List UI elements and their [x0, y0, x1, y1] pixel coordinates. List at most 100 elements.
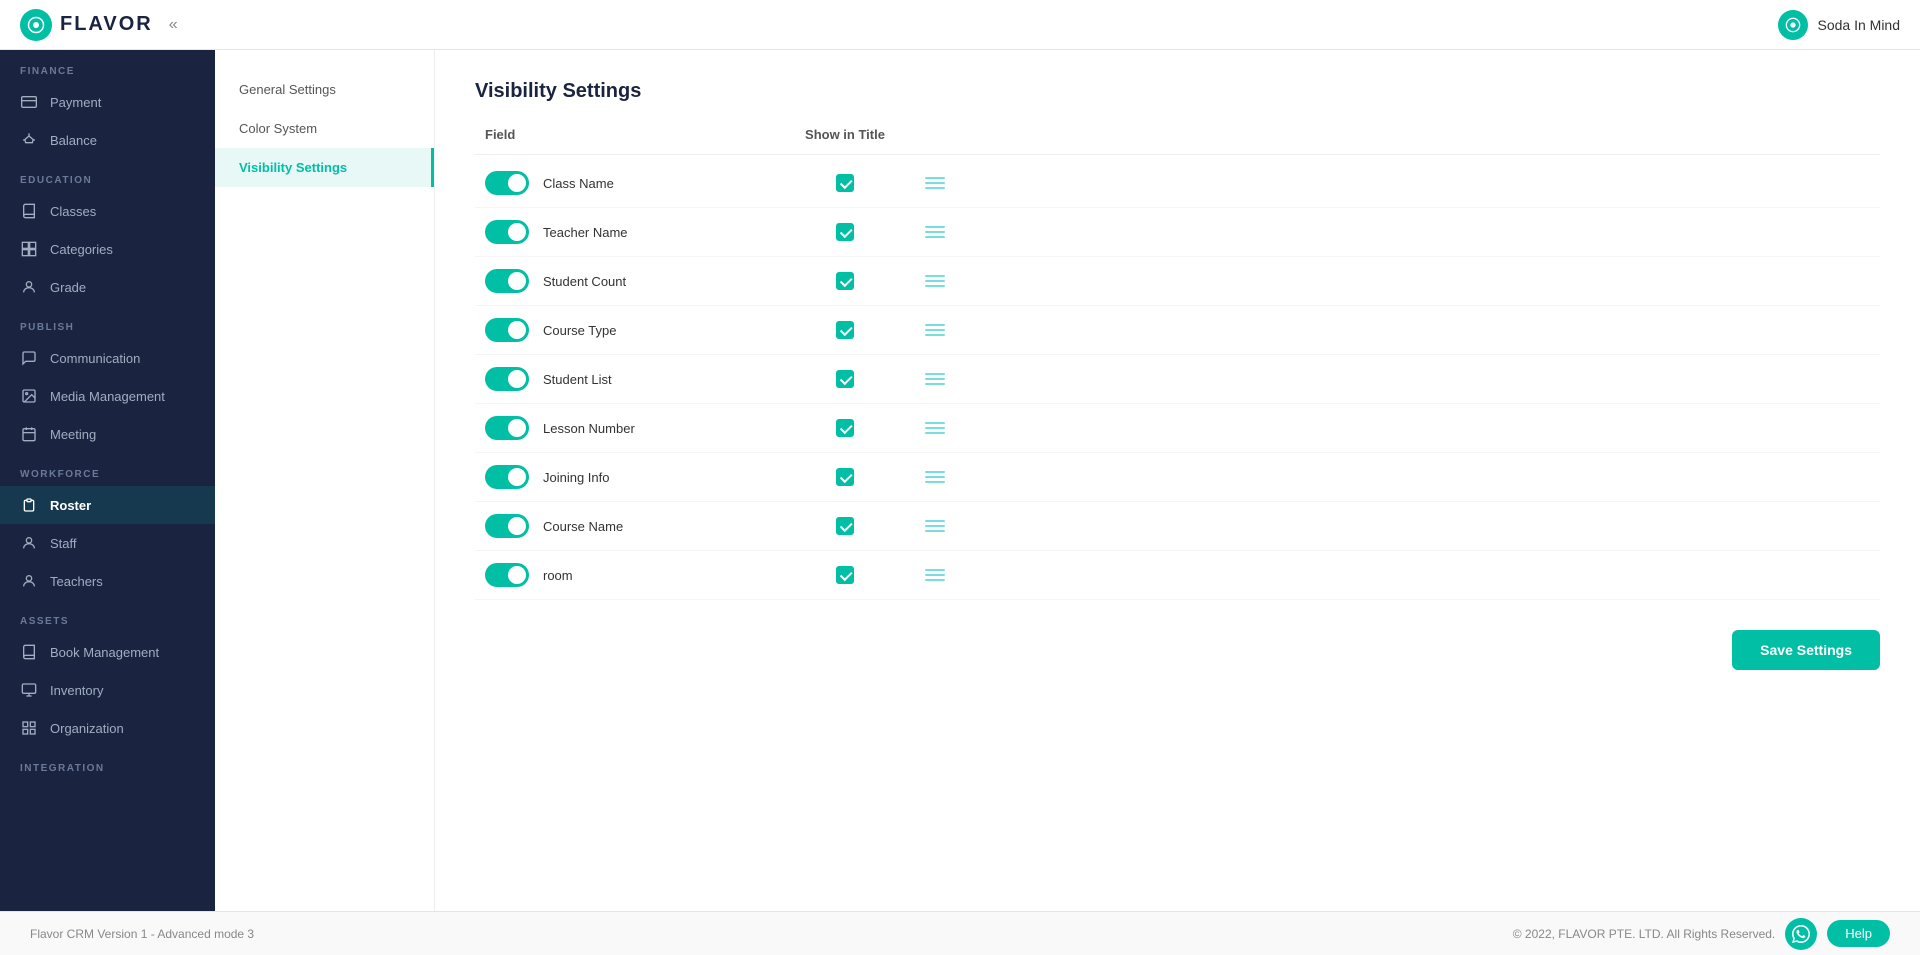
table-row: room — [475, 551, 1880, 600]
sub-nav-item-general-settings[interactable]: General Settings — [215, 70, 434, 109]
sub-nav: General SettingsColor SystemVisibility S… — [215, 50, 435, 911]
book-management-icon — [20, 643, 38, 661]
inner-layout: General SettingsColor SystemVisibility S… — [215, 50, 1920, 911]
logo-text: FLAVOR — [60, 13, 153, 36]
checkbox-room[interactable] — [836, 566, 854, 584]
main-panel: Visibility Settings Field Show in Title … — [435, 50, 1920, 911]
drag-handle-room[interactable] — [905, 569, 965, 581]
sidebar-item-label-roster: Roster — [50, 498, 91, 513]
drag-line-3 — [925, 236, 945, 238]
sidebar-item-media-management[interactable]: Media Management — [0, 377, 215, 415]
checkbox-teacher-name[interactable] — [836, 223, 854, 241]
drag-line-3 — [925, 187, 945, 189]
checkbox-student-list[interactable] — [836, 370, 854, 388]
checkbox-joining-info[interactable] — [836, 468, 854, 486]
drag-line-1 — [925, 177, 945, 179]
checkbox-cell-room — [785, 566, 905, 584]
row-label-room: room — [543, 568, 573, 583]
checkbox-student-count[interactable] — [836, 272, 854, 290]
toggle-joining-info[interactable] — [485, 465, 529, 489]
drag-line-1 — [925, 275, 945, 277]
drag-line-2 — [925, 378, 945, 380]
sidebar-item-payment[interactable]: Payment — [0, 83, 215, 121]
footer-right: © 2022, FLAVOR PTE. LTD. All Rights Rese… — [1513, 918, 1890, 950]
sidebar-item-roster[interactable]: Roster — [0, 486, 215, 524]
inventory-icon — [20, 681, 38, 699]
sidebar-item-inventory[interactable]: Inventory — [0, 671, 215, 709]
drag-line-2 — [925, 231, 945, 233]
drag-line-3 — [925, 334, 945, 336]
sidebar-item-balance[interactable]: Balance — [0, 121, 215, 159]
drag-handle-class-name[interactable] — [905, 177, 965, 189]
sidebar-item-grade[interactable]: Grade — [0, 268, 215, 306]
classes-icon — [20, 202, 38, 220]
col-field-header: Field — [485, 127, 785, 142]
sub-nav-item-visibility-settings[interactable]: Visibility Settings — [215, 148, 434, 187]
help-button[interactable]: Help — [1827, 920, 1890, 947]
save-settings-button[interactable]: Save Settings — [1732, 630, 1880, 670]
sidebar-item-staff[interactable]: Staff — [0, 524, 215, 562]
row-toggle-label-teacher-name: Teacher Name — [485, 220, 785, 244]
sidebar-item-book-management[interactable]: Book Management — [0, 633, 215, 671]
checkbox-class-name[interactable] — [836, 174, 854, 192]
media-management-icon — [20, 387, 38, 405]
checkbox-lesson-number[interactable] — [836, 419, 854, 437]
top-header: FLAVOR « Soda In Mind — [0, 0, 1920, 50]
drag-handle-course-name[interactable] — [905, 520, 965, 532]
drag-handle-lesson-number[interactable] — [905, 422, 965, 434]
row-toggle-label-student-list: Student List — [485, 367, 785, 391]
drag-line-3 — [925, 579, 945, 581]
toggle-student-count[interactable] — [485, 269, 529, 293]
collapse-button[interactable]: « — [169, 16, 178, 34]
sidebar-item-organization[interactable]: Organization — [0, 709, 215, 747]
drag-line-1 — [925, 520, 945, 522]
balance-icon — [20, 131, 38, 149]
logo-area: FLAVOR « — [20, 9, 178, 41]
payment-icon — [20, 93, 38, 111]
row-label-teacher-name: Teacher Name — [543, 225, 628, 240]
sidebar-item-label-communication: Communication — [50, 351, 140, 366]
drag-handle-joining-info[interactable] — [905, 471, 965, 483]
whatsapp-button[interactable] — [1785, 918, 1817, 950]
toggle-course-type[interactable] — [485, 318, 529, 342]
toggle-lesson-number[interactable] — [485, 416, 529, 440]
toggle-room[interactable] — [485, 563, 529, 587]
drag-handle-course-type[interactable] — [905, 324, 965, 336]
drag-line-2 — [925, 574, 945, 576]
checkbox-cell-student-list — [785, 370, 905, 388]
toggle-teacher-name[interactable] — [485, 220, 529, 244]
drag-line-2 — [925, 329, 945, 331]
row-label-course-name: Course Name — [543, 519, 623, 534]
row-toggle-label-student-count: Student Count — [485, 269, 785, 293]
row-toggle-label-joining-info: Joining Info — [485, 465, 785, 489]
row-toggle-label-lesson-number: Lesson Number — [485, 416, 785, 440]
row-toggle-label-course-type: Course Type — [485, 318, 785, 342]
sidebar-section-integration: INTEGRATION — [0, 747, 215, 780]
sidebar-item-label-balance: Balance — [50, 133, 97, 148]
page-title: Visibility Settings — [475, 80, 1880, 103]
sidebar-item-communication[interactable]: Communication — [0, 339, 215, 377]
footer-copyright: © 2022, FLAVOR PTE. LTD. All Rights Rese… — [1513, 927, 1776, 941]
drag-handle-student-count[interactable] — [905, 275, 965, 287]
drag-line-3 — [925, 383, 945, 385]
toggle-student-list[interactable] — [485, 367, 529, 391]
sidebar-item-categories[interactable]: Categories — [0, 230, 215, 268]
row-toggle-label-room: room — [485, 563, 785, 587]
sidebar-item-label-staff: Staff — [50, 536, 77, 551]
checkbox-course-type[interactable] — [836, 321, 854, 339]
row-label-lesson-number: Lesson Number — [543, 421, 635, 436]
drag-line-1 — [925, 324, 945, 326]
sidebar-item-meeting[interactable]: Meeting — [0, 415, 215, 453]
sidebar-item-classes[interactable]: Classes — [0, 192, 215, 230]
toggle-class-name[interactable] — [485, 171, 529, 195]
teachers-icon — [20, 572, 38, 590]
toggle-course-name[interactable] — [485, 514, 529, 538]
sidebar-item-teachers[interactable]: Teachers — [0, 562, 215, 600]
drag-handle-teacher-name[interactable] — [905, 226, 965, 238]
categories-icon — [20, 240, 38, 258]
checkbox-course-name[interactable] — [836, 517, 854, 535]
drag-line-1 — [925, 373, 945, 375]
sub-nav-item-color-system[interactable]: Color System — [215, 109, 434, 148]
drag-handle-student-list[interactable] — [905, 373, 965, 385]
staff-icon — [20, 534, 38, 552]
